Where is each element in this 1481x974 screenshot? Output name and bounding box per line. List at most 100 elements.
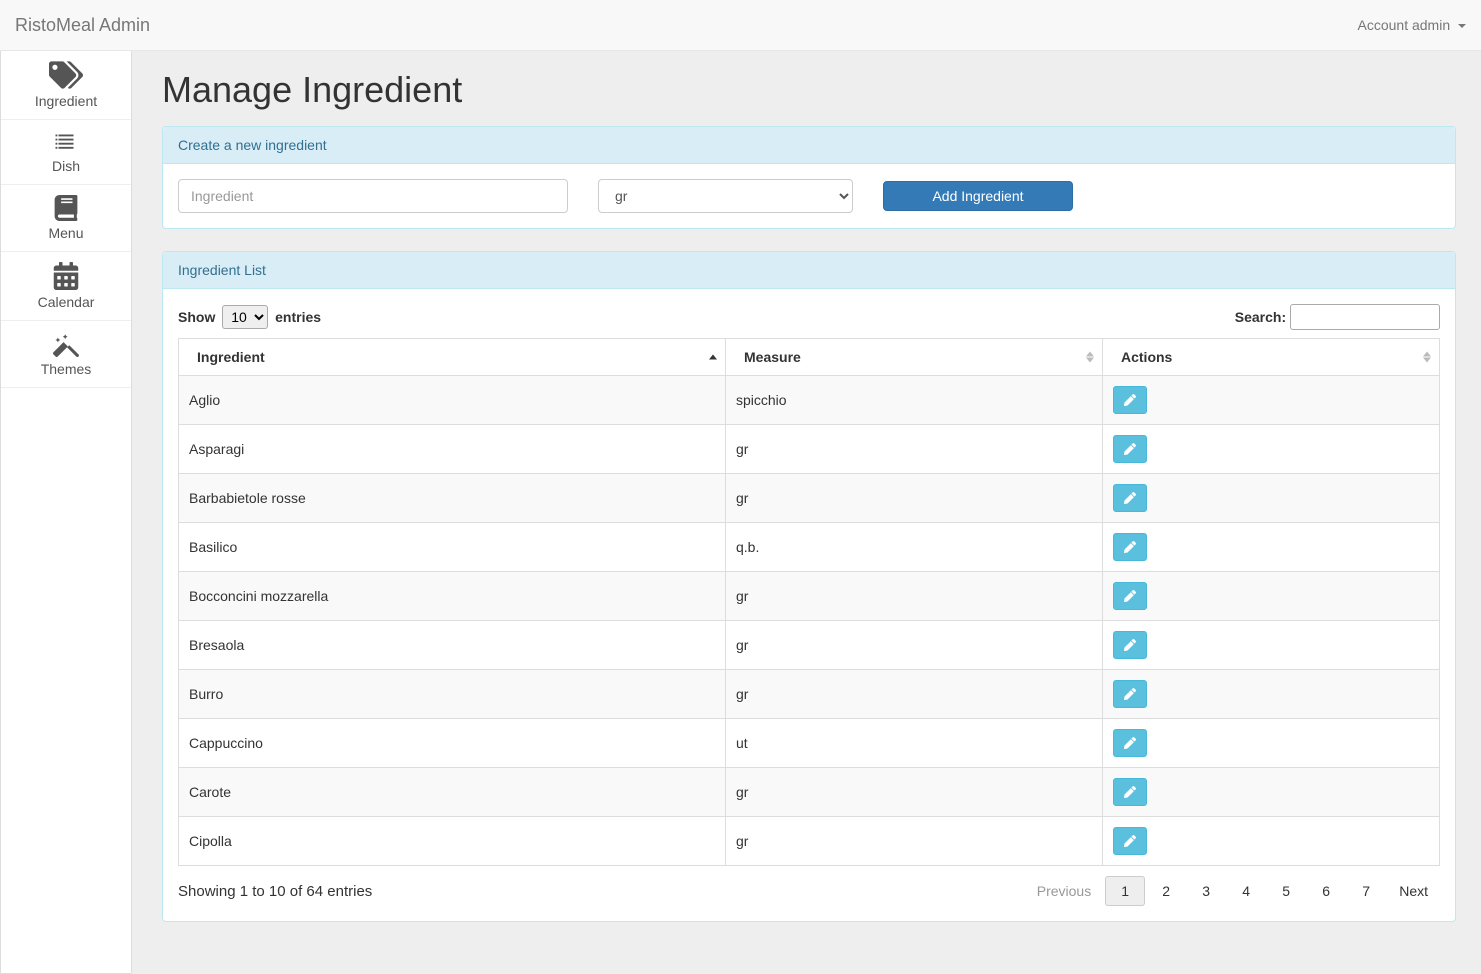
sort-asc-icon bbox=[709, 355, 717, 360]
pagination-previous[interactable]: Previous bbox=[1025, 877, 1103, 905]
sidebar-item-themes[interactable]: Themes bbox=[1, 321, 131, 388]
edit-button[interactable] bbox=[1113, 533, 1147, 561]
sidebar-item-label: Calendar bbox=[1, 294, 131, 310]
cell-actions bbox=[1103, 425, 1440, 474]
pencil-icon bbox=[1124, 688, 1136, 700]
sort-asc-icon bbox=[1086, 352, 1094, 357]
pagination: Previous1234567Next bbox=[1025, 876, 1440, 906]
cell-actions bbox=[1103, 768, 1440, 817]
cell-ingredient: Burro bbox=[179, 670, 726, 719]
top-navbar: RistoMeal Admin Account admin bbox=[0, 0, 1481, 51]
sidebar-item-label: Dish bbox=[1, 158, 131, 174]
entries-length-label: Show 10 entries bbox=[178, 305, 321, 329]
sort-desc-icon bbox=[1086, 358, 1094, 363]
cell-measure: gr bbox=[726, 621, 1103, 670]
sidebar-item-label: Ingredient bbox=[1, 93, 131, 109]
edit-button[interactable] bbox=[1113, 582, 1147, 610]
pagination-page[interactable]: 6 bbox=[1307, 877, 1345, 905]
edit-button[interactable] bbox=[1113, 386, 1147, 414]
column-header-measure[interactable]: Measure bbox=[726, 339, 1103, 376]
tags-icon bbox=[49, 61, 83, 89]
brand[interactable]: RistoMeal Admin bbox=[15, 15, 150, 36]
pagination-page[interactable]: 7 bbox=[1347, 877, 1385, 905]
cell-ingredient: Aglio bbox=[179, 376, 726, 425]
add-ingredient-button[interactable]: Add Ingredient bbox=[883, 181, 1073, 211]
pagination-page[interactable]: 4 bbox=[1227, 877, 1265, 905]
sort-desc-icon bbox=[1423, 358, 1431, 363]
create-ingredient-panel: Create a new ingredient gr Add Ingredien… bbox=[162, 126, 1456, 229]
pagination-next[interactable]: Next bbox=[1387, 877, 1440, 905]
edit-button[interactable] bbox=[1113, 631, 1147, 659]
table-row: Bresaolagr bbox=[179, 621, 1440, 670]
account-label: Account admin bbox=[1358, 17, 1451, 33]
list-panel-heading: Ingredient List bbox=[163, 252, 1455, 289]
column-header-ingredient[interactable]: Ingredient bbox=[179, 339, 726, 376]
page-title: Manage Ingredient bbox=[162, 69, 1456, 111]
calendar-icon bbox=[52, 262, 80, 290]
cell-measure: spicchio bbox=[726, 376, 1103, 425]
sidebar-item-label: Themes bbox=[1, 361, 131, 377]
table-row: Cipollagr bbox=[179, 817, 1440, 866]
cell-measure: gr bbox=[726, 572, 1103, 621]
edit-button[interactable] bbox=[1113, 680, 1147, 708]
ingredient-name-input[interactable] bbox=[178, 179, 568, 213]
table-row: Asparagigr bbox=[179, 425, 1440, 474]
search-label: Search: bbox=[1235, 304, 1440, 330]
edit-button[interactable] bbox=[1113, 729, 1147, 757]
cell-measure: gr bbox=[726, 817, 1103, 866]
cell-measure: gr bbox=[726, 670, 1103, 719]
edit-button[interactable] bbox=[1113, 435, 1147, 463]
edit-button[interactable] bbox=[1113, 827, 1147, 855]
sort-asc-icon bbox=[1423, 352, 1431, 357]
sidebar-item-ingredient[interactable]: Ingredient bbox=[1, 51, 131, 120]
account-dropdown[interactable]: Account admin bbox=[1358, 17, 1467, 33]
table-row: Agliospicchio bbox=[179, 376, 1440, 425]
table-row: Burrogr bbox=[179, 670, 1440, 719]
sidebar-item-menu[interactable]: Menu bbox=[1, 185, 131, 252]
cell-measure: gr bbox=[726, 768, 1103, 817]
pagination-page[interactable]: 3 bbox=[1187, 877, 1225, 905]
edit-button[interactable] bbox=[1113, 484, 1147, 512]
create-panel-heading: Create a new ingredient bbox=[163, 127, 1455, 164]
entries-length-select[interactable]: 10 bbox=[222, 305, 268, 329]
cell-ingredient: Basilico bbox=[179, 523, 726, 572]
col-label: Measure bbox=[744, 349, 801, 365]
cell-ingredient: Barbabietole rosse bbox=[179, 474, 726, 523]
cell-actions bbox=[1103, 621, 1440, 670]
sidebar-item-label: Menu bbox=[1, 225, 131, 241]
cell-actions bbox=[1103, 572, 1440, 621]
wand-icon bbox=[51, 331, 81, 357]
pencil-icon bbox=[1124, 737, 1136, 749]
table-row: Cappuccinout bbox=[179, 719, 1440, 768]
show-post: entries bbox=[275, 309, 321, 325]
sidebar-item-dish[interactable]: Dish bbox=[1, 120, 131, 185]
pencil-icon bbox=[1124, 786, 1136, 798]
cell-actions bbox=[1103, 523, 1440, 572]
pagination-page[interactable]: 2 bbox=[1147, 877, 1185, 905]
cell-actions bbox=[1103, 670, 1440, 719]
measure-select[interactable]: gr bbox=[598, 179, 853, 213]
pencil-icon bbox=[1124, 590, 1136, 602]
cell-measure: q.b. bbox=[726, 523, 1103, 572]
pencil-icon bbox=[1124, 394, 1136, 406]
show-pre: Show bbox=[178, 309, 215, 325]
search-label-text: Search: bbox=[1235, 309, 1286, 325]
sidebar-item-calendar[interactable]: Calendar bbox=[1, 252, 131, 321]
cell-measure: gr bbox=[726, 474, 1103, 523]
edit-button[interactable] bbox=[1113, 778, 1147, 806]
cell-measure: gr bbox=[726, 425, 1103, 474]
column-header-actions[interactable]: Actions bbox=[1103, 339, 1440, 376]
cell-ingredient: Asparagi bbox=[179, 425, 726, 474]
pagination-page[interactable]: 5 bbox=[1267, 877, 1305, 905]
pagination-page[interactable]: 1 bbox=[1105, 876, 1145, 906]
cell-ingredient: Cappuccino bbox=[179, 719, 726, 768]
table-row: Carotegr bbox=[179, 768, 1440, 817]
sidebar: Ingredient Dish Menu Calendar Themes bbox=[0, 51, 132, 974]
ingredient-table: Ingredient Measure Actions bbox=[178, 338, 1440, 866]
search-input[interactable] bbox=[1290, 304, 1440, 330]
col-label: Ingredient bbox=[197, 349, 265, 365]
col-label: Actions bbox=[1121, 349, 1172, 365]
table-info: Showing 1 to 10 of 64 entries bbox=[178, 883, 372, 900]
book-icon bbox=[51, 195, 81, 221]
pencil-icon bbox=[1124, 835, 1136, 847]
